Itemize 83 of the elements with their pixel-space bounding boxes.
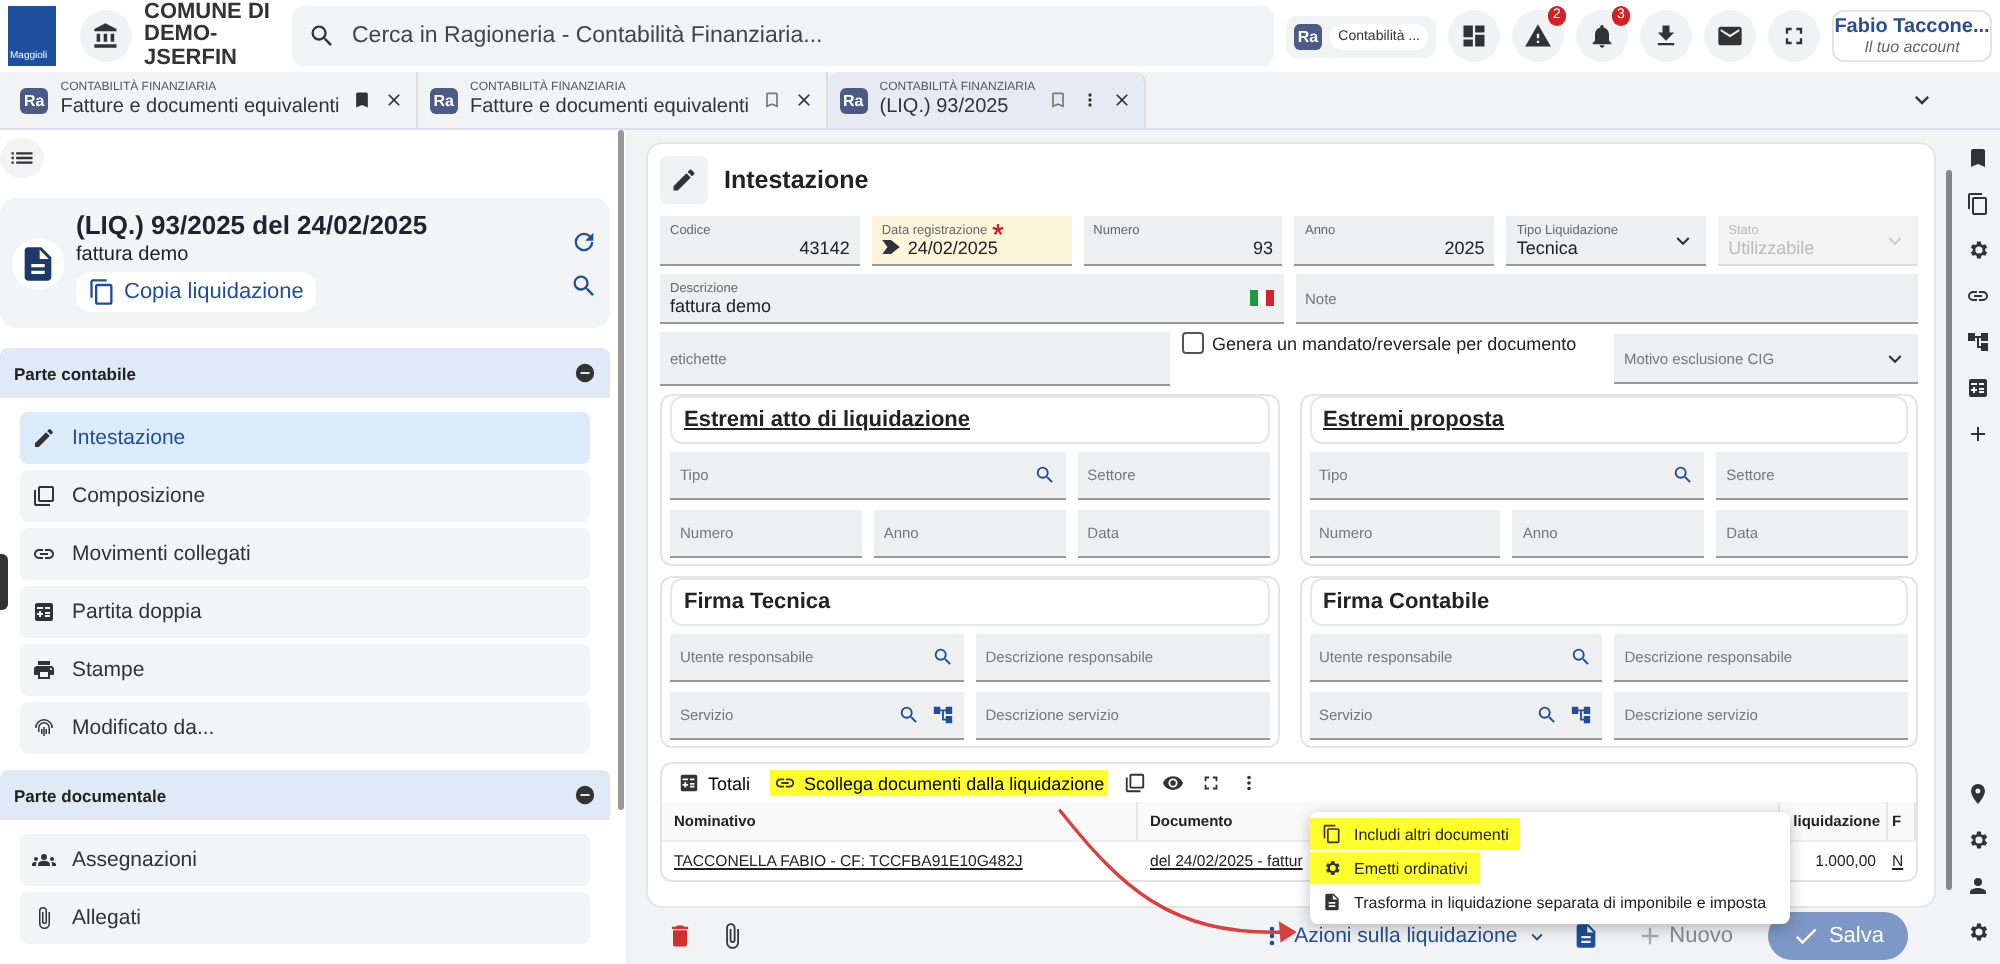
calculator-icon bbox=[678, 772, 700, 794]
pencil-icon bbox=[32, 426, 56, 450]
copy-button[interactable]: Copia liquidazione bbox=[76, 272, 316, 312]
search-icon bbox=[1570, 646, 1593, 668]
menu-item[interactable]: Includi altri documenti bbox=[1310, 818, 1521, 850]
printer-icon bbox=[32, 658, 56, 682]
calculator-icon bbox=[32, 600, 56, 624]
sidebar-item[interactable]: Allegati bbox=[20, 892, 590, 944]
bookmark-icon[interactable] bbox=[1966, 146, 1990, 170]
people-icon bbox=[32, 848, 56, 872]
scrollbar[interactable] bbox=[618, 130, 624, 810]
institution-name: COMUNE DI DEMO-JSERFIN bbox=[144, 1, 272, 71]
calculator-icon[interactable] bbox=[1966, 376, 1990, 400]
person-icon[interactable] bbox=[1966, 874, 1990, 898]
search-icon[interactable] bbox=[570, 271, 598, 299]
tree-icon bbox=[931, 704, 954, 726]
gear-icon[interactable] bbox=[1966, 920, 1990, 944]
section-title: Estremi atto di liquidazione bbox=[670, 396, 1269, 444]
scrollbar[interactable] bbox=[1946, 170, 1952, 890]
section-title: Firma Contabile bbox=[1309, 578, 1908, 626]
document-icon bbox=[1322, 892, 1342, 912]
section-header[interactable]: Parte contabile bbox=[0, 348, 610, 398]
bookmark-outline-icon[interactable] bbox=[761, 90, 782, 110]
fingerprint-icon bbox=[32, 716, 56, 740]
unlink-button[interactable]: Scollega documenti dalla liquidazione bbox=[770, 770, 1109, 796]
sidebar-item[interactable]: Movimenti collegati bbox=[20, 528, 590, 580]
search-icon bbox=[931, 646, 954, 668]
eye-icon[interactable] bbox=[1162, 772, 1185, 794]
trash-icon[interactable] bbox=[666, 922, 694, 950]
search-icon bbox=[1033, 464, 1056, 486]
sidebar-item[interactable]: Partita doppia bbox=[20, 586, 590, 638]
search-icon bbox=[897, 704, 920, 726]
download-icon[interactable] bbox=[1652, 22, 1680, 50]
fullscreen-icon[interactable] bbox=[1780, 22, 1808, 50]
menu-item[interactable]: Emetti ordinativi bbox=[1310, 852, 1480, 884]
record-title: (LIQ.) 93/2025 del 24/02/2025 bbox=[76, 210, 430, 240]
fullscreen-icon[interactable] bbox=[1200, 772, 1223, 794]
plus-icon[interactable] bbox=[1966, 422, 1990, 446]
search-icon bbox=[1672, 464, 1695, 486]
section-header[interactable]: Parte documentale bbox=[0, 770, 610, 820]
close-icon[interactable] bbox=[383, 90, 404, 110]
pin-icon[interactable] bbox=[1966, 782, 1990, 806]
checkbox-field[interactable]: Genera un mandato/reversale per documento bbox=[1182, 332, 1577, 354]
gear-icon[interactable] bbox=[1966, 238, 1990, 262]
record-subtitle: fattura demo bbox=[76, 244, 191, 266]
sidebar-item[interactable]: Assegnazioni bbox=[20, 834, 590, 886]
copy-icon bbox=[88, 278, 116, 306]
sidebar-item[interactable]: Intestazione bbox=[20, 412, 590, 464]
warning-icon[interactable] bbox=[1524, 22, 1552, 50]
flag-icon bbox=[1249, 290, 1273, 306]
bell-icon[interactable] bbox=[1588, 22, 1616, 50]
link-icon bbox=[774, 772, 797, 794]
mail-icon[interactable] bbox=[1716, 22, 1744, 50]
dashboard-icon[interactable] bbox=[1460, 22, 1488, 50]
layers-icon[interactable] bbox=[1124, 772, 1147, 794]
close-icon[interactable] bbox=[1111, 90, 1132, 110]
sidebar-item[interactable]: Stampe bbox=[20, 644, 590, 696]
marker-icon bbox=[881, 240, 900, 254]
gear-icon bbox=[1322, 858, 1342, 878]
close-icon[interactable] bbox=[793, 90, 814, 110]
search-field[interactable]: Cerca in Ragioneria - Contabilità Finanziaria... bbox=[292, 6, 1274, 66]
section-title: Firma Tecnica bbox=[670, 578, 1269, 626]
side-handle[interactable] bbox=[0, 554, 8, 610]
section-title: Estremi proposta bbox=[1309, 396, 1908, 444]
sidebar-item[interactable]: Composizione bbox=[20, 470, 590, 522]
bookmark-icon[interactable] bbox=[351, 90, 372, 110]
totals-button[interactable]: Totali bbox=[674, 770, 755, 796]
bank-icon bbox=[92, 21, 120, 50]
account-button[interactable]: Fabio Taccone... Il tuo account bbox=[1832, 10, 1992, 62]
refresh-icon[interactable] bbox=[570, 227, 598, 255]
search-icon bbox=[1536, 704, 1559, 726]
document-icon[interactable] bbox=[1571, 922, 1600, 950]
tree-icon bbox=[1570, 704, 1593, 726]
copy-icon bbox=[1322, 824, 1342, 844]
copy-icon[interactable] bbox=[1966, 192, 1990, 216]
layers-icon bbox=[32, 484, 56, 508]
form-title: Intestazione bbox=[724, 166, 869, 194]
tree-icon[interactable] bbox=[1966, 330, 1990, 354]
menu-item[interactable]: Trasforma in liquidazione separata di imponibile e imposta bbox=[1310, 886, 1779, 918]
bookmark-outline-icon[interactable] bbox=[1047, 90, 1068, 110]
gear-icon[interactable] bbox=[1966, 828, 1990, 852]
sidebar-item[interactable]: Modificato da... bbox=[20, 702, 590, 754]
pencil-icon bbox=[670, 166, 698, 194]
